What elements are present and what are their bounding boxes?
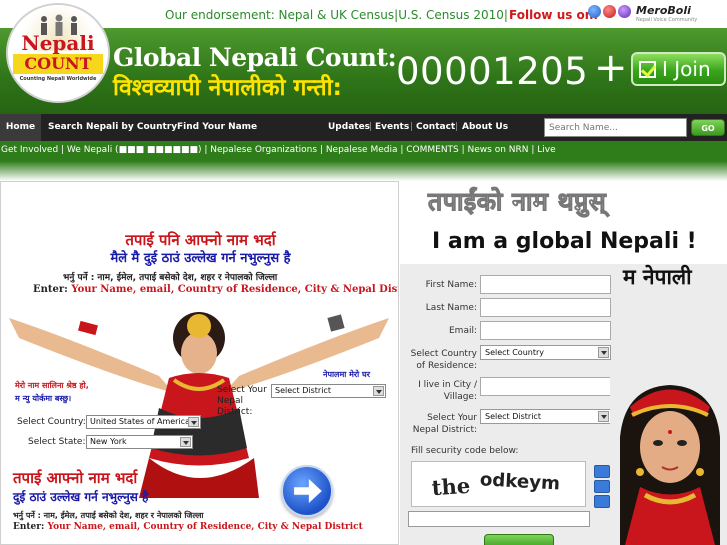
header-banner: Global Nepali Count: विश्वव्यापी नेपालीक… — [0, 28, 727, 114]
nav-search-by-country[interactable]: Search Nepali by Country — [48, 122, 177, 132]
promo-enter-line: Enter: Your Name, email, Country of Resi… — [33, 284, 399, 295]
first-name-label: First Name: — [425, 280, 477, 290]
nav-home[interactable]: Home — [0, 114, 41, 141]
enter-label: Enter: — [13, 522, 45, 532]
nav-about-us[interactable]: About Us — [462, 122, 508, 132]
gradient-divider — [0, 161, 727, 181]
promo-fields-nepali: भर्नु पर्ने : नाम, ईमेल, तपाई बसेको देश,… — [63, 273, 278, 283]
follow-label: Follow us on: — [509, 8, 599, 22]
promo-bottom-heading: तपाई आफ्नो नाम भर्दा — [13, 469, 138, 487]
country-select-value: Select Country — [485, 348, 545, 357]
twitter-icon[interactable] — [588, 5, 601, 18]
chevron-down-icon — [598, 411, 609, 422]
go-button[interactable]: GO — [691, 119, 725, 136]
last-name-input[interactable] — [480, 298, 611, 317]
endorsement-text[interactable]: Our endorsement: Nepal & UK Census|U.S. … — [165, 8, 508, 22]
banner-title: Global Nepali Count: — [113, 43, 397, 72]
arrow-right-icon — [294, 479, 322, 503]
captcha-graphic: the odkeym — [431, 469, 561, 501]
secondary-nav: Get Involved | We Nepali (■■■ ■■■■■■) | … — [0, 141, 727, 161]
promo-country-label: Select Country: — [17, 417, 86, 427]
myspace-icon[interactable] — [618, 5, 631, 18]
join-button[interactable]: I Join — [631, 52, 726, 86]
security-code-label: Fill security code below: — [411, 446, 519, 456]
email-input[interactable] — [480, 321, 611, 340]
join-label: I Join — [662, 57, 711, 81]
page-root: Our endorsement: Nepal & UK Census|U.S. … — [0, 0, 727, 545]
youtube-icon[interactable] — [603, 5, 616, 18]
security-code-input[interactable] — [408, 511, 590, 527]
arrow-right-button[interactable] — [281, 465, 333, 517]
enter-fields: Your Name, email, Country of Residence, … — [71, 284, 399, 295]
promo-subheading-nepali: मैले मै दुई ठाउं उल्लेख गर्न नभुल्नुस है — [110, 251, 291, 266]
nepali-count-logo[interactable]: Nepali COUNT Counting Nepali Worldwide — [6, 3, 110, 103]
registration-panel: तपाईंको नाम थप्नुस् I am a global Nepali… — [400, 181, 727, 545]
promo-state-value: New York — [90, 437, 127, 446]
promo-country-value: United States of America — [90, 417, 190, 426]
promo-panel: तपाई पनि आफ्नो नाम भर्दा मैले मै दुई ठाउ… — [0, 181, 399, 545]
first-name-input[interactable] — [480, 275, 611, 294]
photo-caption-name: मेरो नाम सालिना श्रेष्ठ हो, — [15, 381, 89, 390]
enter-fields: Your Name, email, Country of Residence, … — [47, 522, 363, 532]
city-input[interactable] — [480, 377, 611, 396]
nav-find-your-name[interactable]: Find Your Name — [177, 122, 257, 132]
secondary-nav-links[interactable]: Get Involved | We Nepali (■■■ ■■■■■■) | … — [1, 145, 556, 155]
captcha-word-2: odkeym — [479, 469, 560, 494]
captcha-word-1: the — [431, 473, 471, 501]
meroboli-text: MeroBoli — [636, 4, 691, 17]
promo-state-label: Select State: — [28, 437, 86, 447]
endorsement-bar: Our endorsement: Nepal & UK Census|U.S. … — [0, 0, 727, 28]
promo-state-select[interactable]: New York — [86, 435, 193, 449]
country-label: Select Country of Residence: — [410, 349, 477, 371]
meroboli-logo[interactable]: MeroBoli Nepali Voice Community — [636, 4, 724, 23]
captcha-image: the odkeym — [411, 461, 586, 507]
promo-bottom-fields: भर्नु पर्ने : नाम, ईमेल, तपाई बसेको देश,… — [13, 511, 204, 520]
chevron-down-icon — [188, 417, 199, 427]
global-counter: 00001205 — [396, 50, 589, 93]
logo-count-text: COUNT — [13, 54, 103, 74]
district-select[interactable]: Select District — [480, 409, 611, 424]
city-label: I live in City / Village: — [418, 380, 477, 402]
chevron-down-icon — [180, 437, 191, 447]
logo-nepali-text: Nepali — [21, 31, 95, 55]
banner-title-nepali: विश्वव्यापी नेपालीको गन्ती: — [113, 75, 342, 101]
nav-separator: | — [410, 122, 414, 132]
country-select[interactable]: Select Country — [480, 345, 611, 360]
promo-bottom-enter-line: Enter: Your Name, email, Country of Resi… — [13, 522, 363, 532]
checkbox-icon — [639, 60, 656, 78]
nav-separator: | — [369, 122, 373, 132]
search-name-input[interactable] — [544, 118, 687, 137]
district-label: Select Your Nepal District: — [412, 413, 477, 435]
nav-separator: | — [455, 122, 459, 132]
nav-events[interactable]: Events — [375, 122, 409, 132]
promo-district-select[interactable]: Select District — [271, 384, 386, 398]
enter-label: Enter: — [33, 284, 68, 295]
refresh-icon[interactable] — [594, 465, 610, 478]
form-slogan: I am a global Nepali ! — [432, 229, 697, 254]
nav-contact[interactable]: Contact — [416, 122, 455, 132]
plus-sign: + — [594, 45, 628, 91]
promo-district-label: Select Your Nepal District: — [217, 385, 267, 417]
promo-bottom-subheading: दुई ठाउं उल्लेख गर्न नभुल्नुस है — [13, 490, 149, 504]
promo-district-value: Select District — [275, 386, 331, 395]
promo-country-select[interactable]: United States of America — [86, 415, 201, 429]
nav-updates[interactable]: Updates — [328, 122, 370, 132]
help-icon[interactable] — [594, 495, 610, 508]
form-heading-nepali: तपाईंको नाम थप्नुस् — [427, 187, 607, 217]
chevron-down-icon — [373, 386, 384, 396]
form-slogan-nepali: म नेपाली — [623, 265, 692, 289]
audio-icon[interactable] — [594, 480, 610, 493]
last-name-label: Last Name: — [425, 303, 477, 313]
submit-button[interactable] — [484, 534, 554, 545]
promo-heading-nepali: तपाई पनि आफ्नो नाम भर्दा — [125, 231, 276, 249]
logo-tagline: Counting Nepali Worldwide — [19, 76, 97, 82]
district-select-value: Select District — [485, 412, 541, 421]
chevron-down-icon — [598, 347, 609, 358]
girl-portrait-photo — [610, 377, 727, 545]
photo-caption-city: म न्यु योर्कमा बस्छु। — [15, 394, 72, 403]
home-caption: नेपालमा मेरो घर — [323, 370, 371, 379]
email-label: Email: — [448, 326, 477, 336]
